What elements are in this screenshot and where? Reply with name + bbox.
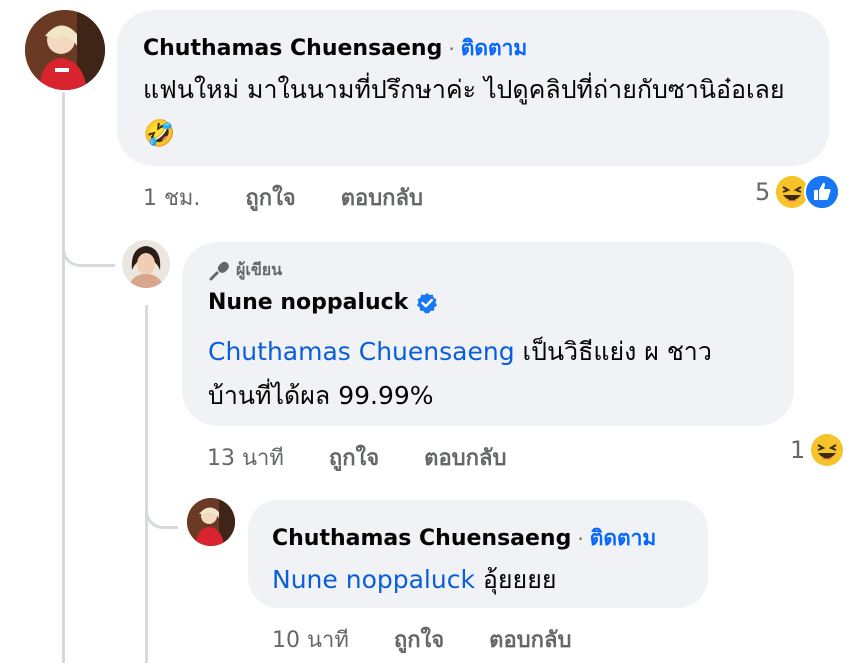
like-icon xyxy=(804,174,841,210)
comment-time[interactable]: 13 นาที xyxy=(207,446,284,471)
comment-text-line2: บ้านที่ได้ผล 99.99% xyxy=(208,381,434,410)
like-button[interactable]: ถูกใจ xyxy=(394,628,444,653)
avatar[interactable] xyxy=(187,498,235,546)
laugh-emoji xyxy=(811,434,844,466)
comment-meta: 13 นาที ถูกใจ ตอบกลับ xyxy=(207,440,506,475)
comment-time[interactable]: 1 ชม. xyxy=(143,186,200,211)
thread-connector-reply xyxy=(62,220,115,267)
reply-bubble: ผู้เขียน Nune noppaluck Chuthamas Chuens… xyxy=(182,242,794,426)
mention-link[interactable]: Nune noppaluck xyxy=(272,565,475,594)
author-badge: ผู้เขียน xyxy=(208,258,282,283)
verified-badge-icon xyxy=(416,292,438,314)
reply-button[interactable]: ตอบกลับ xyxy=(424,446,506,471)
comment-text-line1: เป็นวิธีแย่ง ผ ชาว xyxy=(514,337,712,366)
comment-time[interactable]: 10 นาที xyxy=(272,628,349,653)
reply-button[interactable]: ตอบกลับ xyxy=(341,186,423,211)
avatar[interactable] xyxy=(122,240,170,288)
comment-author[interactable]: Nune noppaluck xyxy=(208,290,408,315)
rofl-emoji: 🤣 xyxy=(143,119,176,149)
comment-meta: 10 นาที ถูกใจ ตอบกลับ xyxy=(272,622,571,657)
comment-text: Chuthamas Chuensaeng เป็นวิธีแย่ง ผ ชาว … xyxy=(208,330,778,418)
avatar[interactable] xyxy=(25,10,105,90)
follow-button[interactable]: ติดตาม xyxy=(590,522,657,555)
microphone-icon xyxy=(209,261,229,280)
like-button[interactable]: ถูกใจ xyxy=(245,186,295,211)
separator-dot: · xyxy=(577,526,584,551)
comment-author[interactable]: Chuthamas Chuensaeng xyxy=(143,36,442,61)
comment-text: Nune noppaluck อุ้ยยยย xyxy=(272,558,557,602)
like-button[interactable]: ถูกใจ xyxy=(329,446,379,471)
reply-bubble: Chuthamas Chuensaeng · ติดตาม Nune noppa… xyxy=(248,500,708,608)
comment-bubble: Chuthamas Chuensaeng · ติดตาม แฟนใหม่ มา… xyxy=(117,10,829,166)
reaction-summary[interactable]: 1 xyxy=(790,434,844,466)
reaction-count: 1 xyxy=(790,436,806,464)
thread-line-main xyxy=(62,92,65,663)
comment-text: แฟนใหม่ มาในนามที่ปรึกษาค่ะ ไปดูคลิปที่ถ… xyxy=(143,68,813,156)
comment-meta: 1 ชม. ถูกใจ ตอบกลับ xyxy=(143,180,423,215)
comment-author[interactable]: Chuthamas Chuensaeng xyxy=(272,526,571,551)
mention-link[interactable]: Chuthamas Chuensaeng xyxy=(208,337,515,366)
follow-button[interactable]: ติดตาม xyxy=(461,32,528,65)
reply-button[interactable]: ตอบกลับ xyxy=(489,628,571,653)
reaction-summary[interactable]: 5 xyxy=(755,174,841,210)
comment-text-content: แฟนใหม่ มาในนามที่ปรึกษาค่ะ ไปดูคลิปที่ถ… xyxy=(143,75,785,104)
comment-text-content: อุ้ยยยย xyxy=(474,565,557,594)
reaction-count: 5 xyxy=(755,178,771,206)
thread-connector-subreply xyxy=(145,470,178,529)
separator-dot: · xyxy=(448,36,455,61)
author-badge-label: ผู้เขียน xyxy=(236,260,283,279)
